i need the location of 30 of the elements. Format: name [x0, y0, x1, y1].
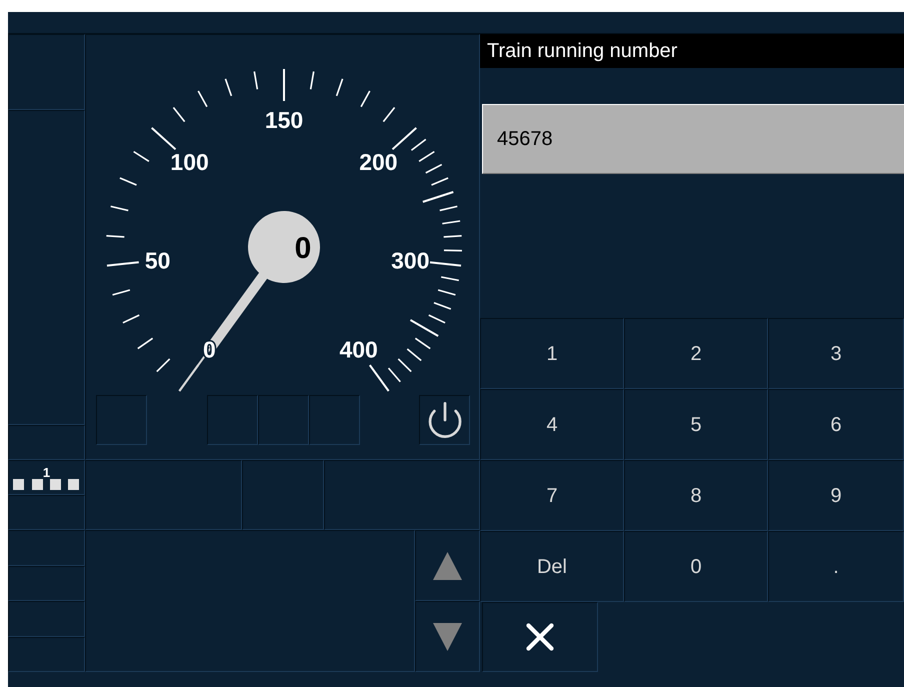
input-field[interactable]: 45678 [482, 104, 904, 174]
keypad-key[interactable]: 4 [480, 389, 624, 460]
down-triangle-icon [433, 622, 462, 650]
keypad-key[interactable]: 7 [480, 460, 624, 531]
scroll-down-button[interactable] [415, 601, 480, 672]
empty-panel [96, 395, 147, 445]
level-number: 1 [42, 466, 50, 478]
up-triangle-icon [433, 552, 462, 580]
keypad-key[interactable]: Del [480, 531, 624, 602]
keypad-key[interactable]: . [768, 531, 904, 602]
keypad-key[interactable]: 9 [768, 460, 904, 531]
power-button[interactable] [419, 395, 470, 445]
speed-scale-label: 150 [264, 107, 304, 133]
window-title: Train running number [480, 34, 904, 68]
speed-scale-label: 300 [391, 247, 430, 274]
digital-speed: 0 [294, 232, 312, 265]
speed-scale-label: 50 [144, 247, 170, 274]
scroll-up-button[interactable] [415, 530, 480, 601]
keypad-key[interactable]: 8 [624, 460, 768, 531]
keypad-key[interactable]: 0 [624, 531, 768, 602]
keypad-key[interactable]: 5 [624, 389, 768, 460]
speed-scale-label: 200 [359, 149, 398, 176]
keypad-key[interactable]: 1 [480, 318, 624, 389]
keypad-key[interactable]: 6 [768, 389, 904, 460]
level-squares-icon [13, 478, 80, 490]
speed-scale-label: 400 [339, 336, 378, 363]
speed-scale-label: 100 [170, 149, 209, 176]
close-button[interactable] [482, 602, 598, 672]
keypad-key[interactable]: 3 [768, 318, 904, 389]
keypad-key[interactable]: 2 [624, 318, 768, 389]
